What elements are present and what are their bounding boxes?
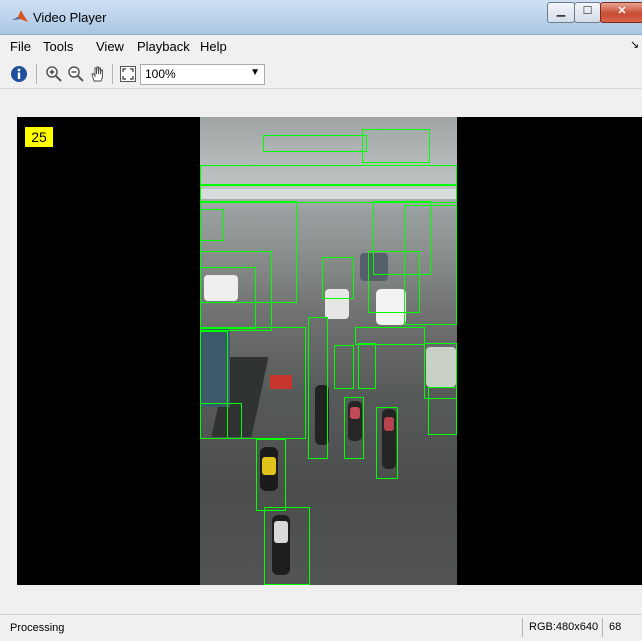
status-bar: Processing RGB:480x640 68 [0,614,642,641]
title-bar: Video Player ▁ ☐ ✕ [0,0,642,35]
close-button[interactable]: ✕ [600,2,642,23]
window-title: Video Player [33,10,107,25]
zoom-out-icon[interactable] [67,65,85,83]
toolbar: 100% ▼ [0,58,642,89]
chevron-down-icon: ▼ [250,67,260,78]
video-viewer[interactable]: 25 [17,117,642,585]
fit-to-window-icon[interactable] [119,65,137,83]
detection-box [308,317,328,459]
frame-number-label: 25 [25,127,53,147]
detection-box [256,439,286,511]
maximize-button[interactable]: ☐ [574,2,601,23]
detection-box [200,403,242,439]
detection-box [200,267,256,329]
minimize-button[interactable]: ▁ [547,2,575,23]
detection-box [200,209,224,241]
toolbar-separator [36,64,37,84]
detection-box [358,343,376,389]
menu-view[interactable]: View [96,39,124,54]
detection-box [344,397,364,459]
detection-box [264,507,310,585]
zoom-select[interactable]: 100% ▼ [140,64,265,85]
detection-box [362,129,430,163]
detection-box [368,251,420,313]
detection-box [428,387,457,435]
info-icon[interactable] [10,65,28,83]
matlab-logo-icon [12,10,28,22]
status-text: Processing [10,622,65,634]
hand-pan-icon[interactable] [89,65,107,83]
video-frame [200,117,457,585]
toolbar-separator [112,64,113,84]
detection-box [263,135,367,152]
menu-tools[interactable]: Tools [43,39,73,54]
zoom-in-icon[interactable] [45,65,63,83]
detection-box [200,165,457,185]
zoom-value: 100% [145,67,176,81]
toolbar-dock-arrow-icon[interactable]: ↘ [630,38,639,51]
detection-box [334,345,354,389]
menu-bar: File Tools View Playback Help ↘ [0,35,642,57]
menu-playback[interactable]: Playback [137,39,190,54]
menu-file[interactable]: File [10,39,31,54]
status-format: RGB:480x640 [522,618,602,637]
detection-box [376,407,398,479]
menu-help[interactable]: Help [200,39,227,54]
detection-box [322,257,354,299]
status-frame: 68 [602,618,642,637]
